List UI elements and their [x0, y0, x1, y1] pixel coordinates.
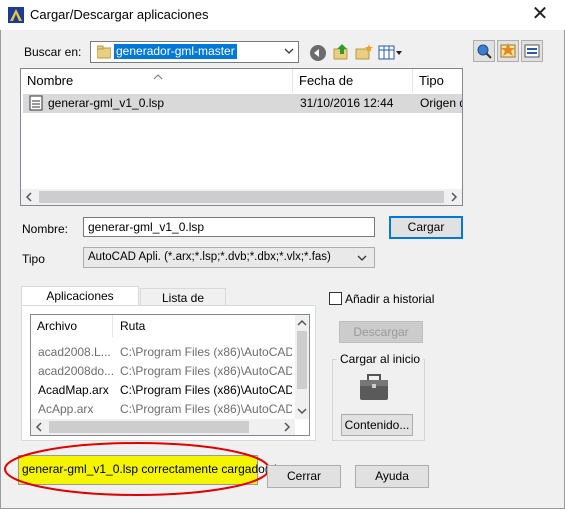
filename-input[interactable]: generar-gml_v1_0.lsp [83, 217, 375, 237]
loaded-row-file[interactable]: acad2008do... [38, 364, 114, 378]
add-to-history-checkbox[interactable] [329, 292, 342, 305]
load-button[interactable]: Cargar [389, 216, 463, 239]
filetype-value: AutoCAD Apli. (*.arx;*.lsp;*.dvb;*.dbx;*… [88, 251, 331, 263]
chevron-down-icon [356, 252, 368, 264]
lisp-file-icon [29, 95, 43, 111]
loaded-row-path: C:\Program Files (x86)\AutoCAD Ma [120, 383, 292, 397]
lookin-dropdown[interactable]: generador-gml-master [90, 41, 299, 63]
column-header-path[interactable]: Ruta [114, 315, 295, 337]
loaded-apps-list[interactable]: Archivo Ruta acad2008.L... C:\Program Fi… [30, 314, 310, 436]
unload-button[interactable]: Descargar [339, 321, 423, 343]
add-to-history-label: Añadir a historial [345, 292, 435, 306]
file-row[interactable]: generar-gml_v1_0.lsp 31/10/2016 12:44 Or… [23, 94, 462, 113]
file-list[interactable]: Nombre Fecha de modifica... Tipo generar… [20, 68, 463, 206]
vertical-scrollbar[interactable] [295, 315, 309, 419]
horizontal-scrollbar[interactable] [21, 189, 462, 205]
scroll-right-icon[interactable] [281, 421, 293, 433]
column-header-file[interactable]: Archivo [31, 315, 113, 337]
loaded-row-file[interactable]: AcadMap.arx [38, 383, 109, 397]
autocad-app-icon [8, 7, 24, 23]
scroll-left-icon[interactable] [23, 191, 35, 203]
chevron-down-icon [283, 45, 295, 57]
loaded-list-header: Archivo Ruta [31, 315, 295, 337]
up-folder-icon[interactable] [332, 43, 350, 61]
help-button[interactable]: Ayuda [355, 465, 429, 488]
horizontal-scrollbar[interactable] [31, 419, 295, 435]
briefcase-icon [358, 373, 390, 403]
options-icon[interactable] [521, 40, 543, 62]
views-menu-icon[interactable] [378, 44, 404, 62]
scrollbar-thumb[interactable] [49, 421, 249, 433]
find-icon[interactable] [473, 40, 495, 62]
lookin-label: Buscar en: [24, 45, 82, 59]
window-title: Cargar/Descargar aplicaciones [30, 7, 209, 22]
filetype-label: Tipo [22, 252, 45, 266]
sort-ascending-icon [153, 69, 163, 80]
file-list-header: Nombre Fecha de modifica... Tipo [21, 69, 462, 112]
folder-icon [96, 45, 112, 59]
startup-suite-label: Cargar al inicio [337, 352, 424, 366]
contents-button[interactable]: Contenido... [341, 414, 413, 436]
loaded-row-file[interactable]: acad2008.L... [38, 345, 111, 359]
scroll-right-icon[interactable] [448, 191, 460, 203]
scrollbar-thumb[interactable] [39, 191, 444, 203]
filetype-dropdown[interactable]: AutoCAD Apli. (*.arx;*.lsp;*.dvb;*.dbx;*… [83, 247, 375, 268]
file-type: Origen d [420, 96, 462, 110]
scroll-up-icon[interactable] [296, 317, 308, 329]
red-highlight-annotation [4, 442, 270, 496]
loaded-row-path: C:\Program Files (x86)\AutoCAD Ma [120, 402, 292, 416]
loaded-row-path: C:\Program Files (x86)\AutoCAD Ma [120, 345, 292, 359]
locate-icon[interactable] [497, 40, 519, 62]
file-date: 31/10/2016 12:44 [300, 96, 394, 110]
lookin-value: generador-gml-master [114, 44, 237, 59]
column-header-type[interactable]: Tipo [413, 69, 462, 93]
close-window-button[interactable]: ✕ [528, 3, 552, 25]
tab-loaded-applications[interactable]: Aplicaciones cargadas [21, 286, 139, 321]
loaded-row-path: C:\Program Files (x86)\AutoCAD Ma [120, 364, 292, 378]
back-icon[interactable] [309, 44, 327, 62]
filename-label: Nombre: [22, 222, 69, 236]
loaded-row-file[interactable]: AcApp.arx [38, 402, 93, 416]
scroll-down-icon[interactable] [296, 405, 308, 417]
tab-history-list[interactable]: Lista de historial [140, 288, 226, 323]
file-name: generar-gml_v1_0.lsp [48, 96, 165, 110]
new-folder-icon[interactable] [355, 43, 373, 61]
scrollbar-thumb[interactable] [297, 331, 307, 389]
close-button[interactable]: Cerrar [267, 465, 341, 488]
column-header-date[interactable]: Fecha de modifica... [293, 69, 413, 112]
title-bar: Cargar/Descargar aplicaciones ✕ [0, 0, 565, 30]
scroll-left-icon[interactable] [33, 421, 45, 433]
